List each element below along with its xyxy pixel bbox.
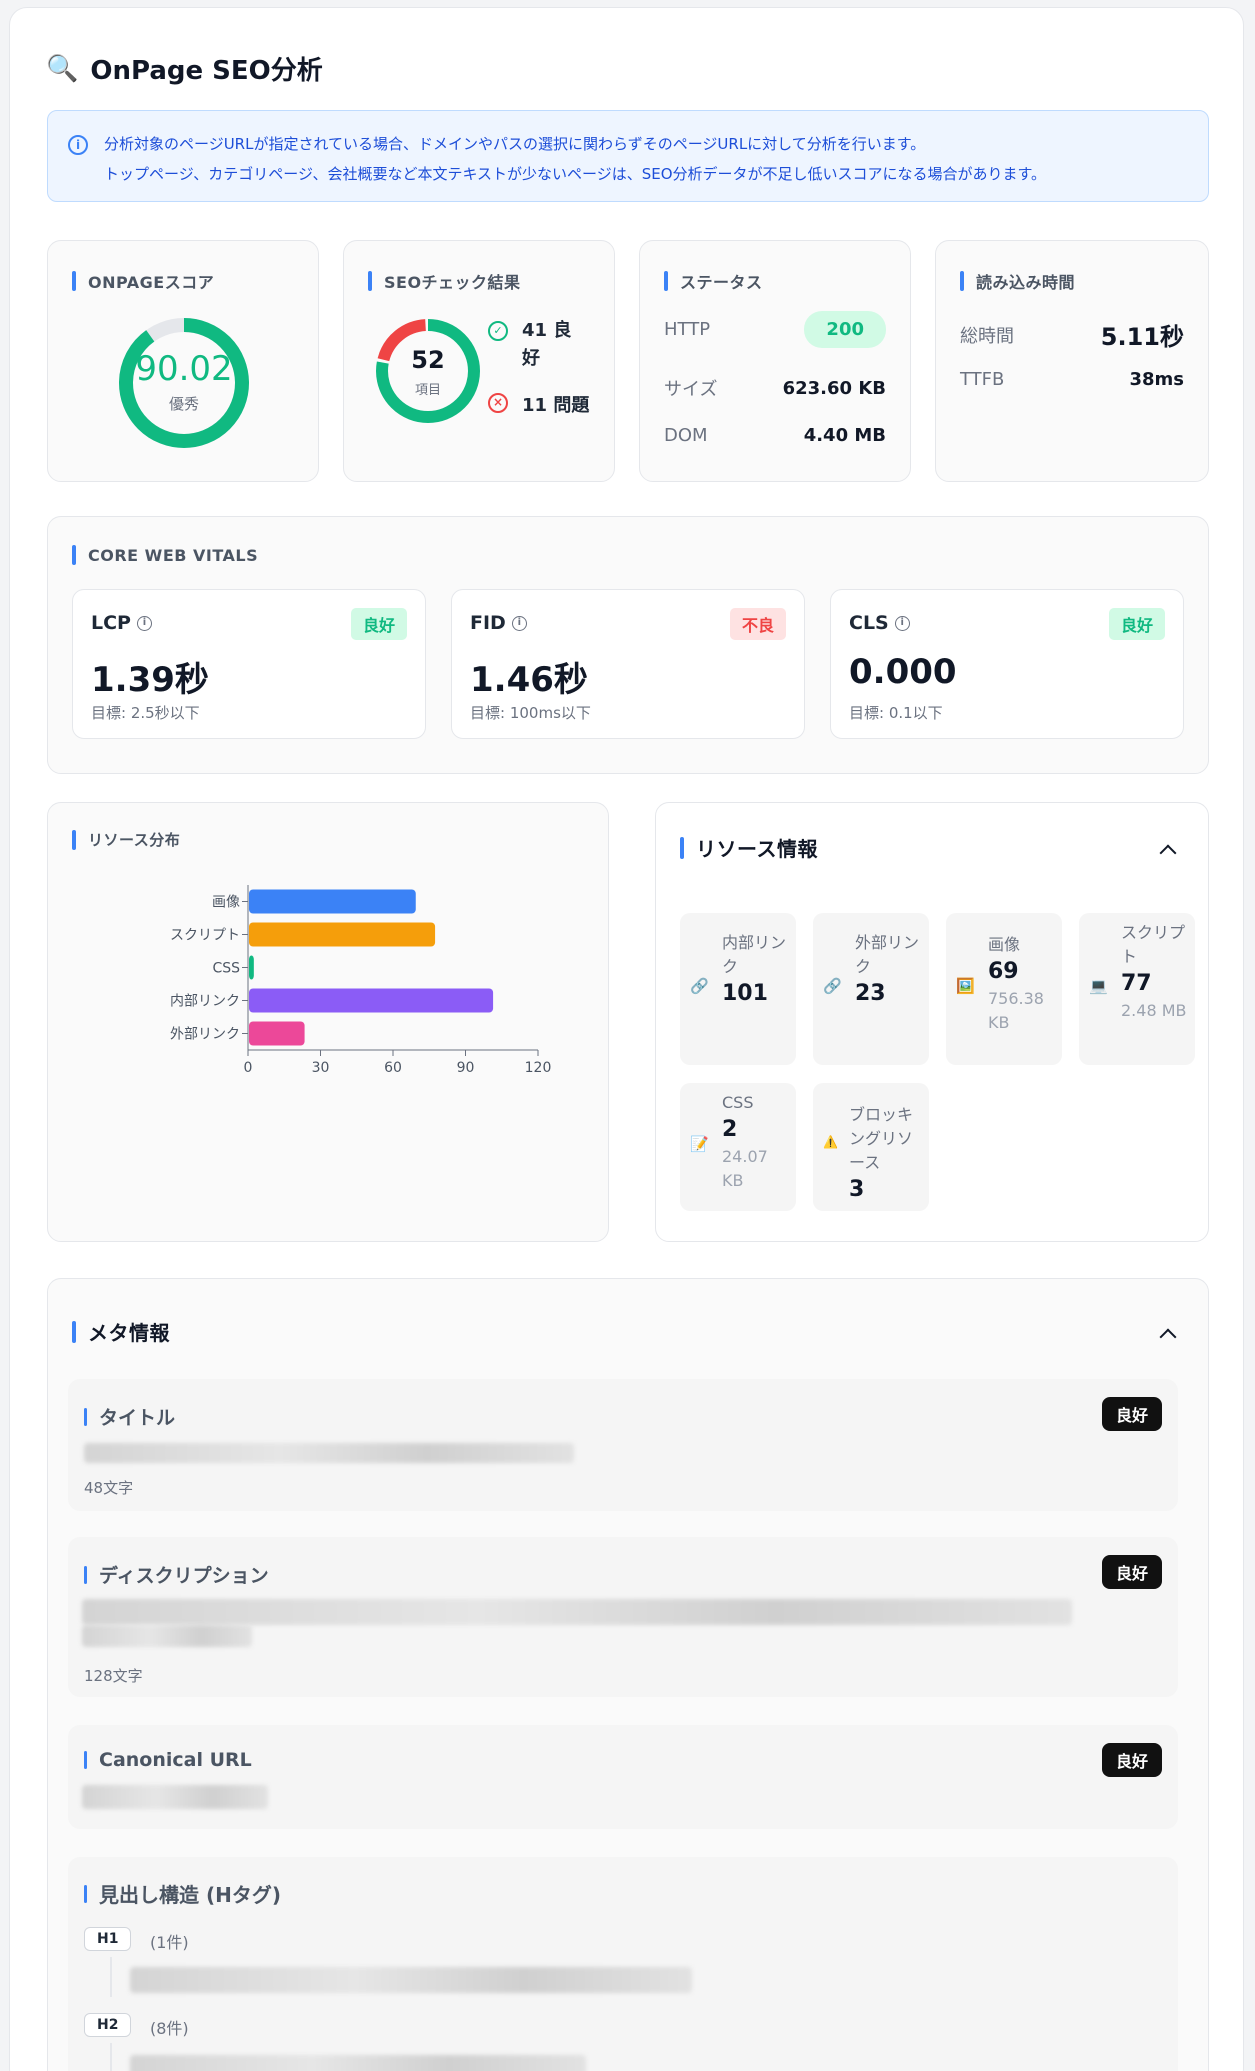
redacted-h1-text [130, 1967, 692, 1993]
meta-info-section: メタ情報 タイトル 良好 48文字 ディスクリプション 良好 128文字 Can… [47, 1278, 1209, 2071]
resource-tile-images: 🖼️ 画像 69 756.38 KB [946, 913, 1062, 1065]
y-tick-label: 内部リンク [170, 994, 240, 1010]
card-label: メタ情報 [72, 1317, 170, 1346]
resource-tile-blocking: ⚠️ ブロッキングリソース 3 [813, 1083, 929, 1211]
resource-tile-scripts: 💻 スクリプト 77 2.48 MB [1079, 913, 1195, 1065]
info-icon[interactable]: i [894, 615, 910, 631]
status-badge: 良好 [350, 608, 407, 640]
page-title: OnPage SEO分析 [90, 56, 323, 86]
x-tick-label: 60 [384, 1060, 402, 1076]
y-tick-label: CSS [212, 961, 240, 977]
seo-unit: 項目 [414, 383, 441, 398]
info-icon[interactable]: i [136, 615, 152, 631]
resource-info-card: リソース情報 🔗 内部リンク 101 🔗 外部リンク 23 🖼️ 画像 69 756.3… [655, 802, 1209, 1242]
redacted-description-line [82, 1625, 252, 1647]
magnifier-icon: 🔍 [46, 53, 79, 84]
score-value: 90.02 [135, 349, 233, 389]
chart-title: リソース分布 [88, 831, 181, 849]
load-time-card: 読み込み時間 総時間 5.11秒 TTFB 38ms [935, 240, 1209, 482]
size-row: サイズ 623.60 KB [664, 377, 886, 401]
h1-tag-badge: H1 [84, 1927, 132, 1951]
page-header: 🔍 OnPage SEO分析 [46, 50, 323, 87]
meta-title-block: タイトル 良好 48文字 [68, 1379, 1178, 1511]
h2-tag-badge: H2 [84, 2013, 132, 2037]
card-label: CORE WEB VITALS [72, 545, 258, 565]
http-row: HTTP 200 [664, 311, 886, 348]
x-tick-label: 30 [312, 1060, 330, 1076]
y-tick-label: 外部リンク [170, 1027, 240, 1043]
card-label: ステータス [664, 269, 763, 293]
y-tick-label: 画像 [212, 895, 240, 911]
redacted-h2-text [130, 2055, 586, 2071]
warning-icon: ⚠️ [823, 1135, 838, 1149]
http-status-badge: 200 [804, 311, 886, 348]
card-label: SEOチェック結果 [368, 269, 521, 293]
meta-headings-block: 見出し構造 (Hタグ) H1 (1件) H2 (8件) [68, 1857, 1178, 2071]
x-tick-label: 0 [244, 1060, 253, 1076]
cwv-section: CORE WEB VITALS LCP i 良好 1.39秒 目標: 2.5秒以下… [47, 516, 1209, 774]
resource-bar-chart: 画像スクリプト CSS 内部リンク外部リンク 0 30 60 90 120 [170, 885, 552, 1076]
link-icon: 🔗 [823, 977, 842, 995]
seo-check-card: SEOチェック結果 52 項目 ✓ 41 良好 × 11 問題 [343, 240, 615, 482]
chevron-up-icon[interactable] [1159, 844, 1177, 862]
meta-description-block: ディスクリプション 良好 128文字 [68, 1537, 1178, 1697]
dom-row: DOM 4.40 MB [664, 425, 886, 446]
cwv-card-fid: FID i 不良 1.46秒 目標: 100ms以下 [451, 589, 805, 739]
status-card: ステータス HTTP 200 サイズ 623.60 KB DOM 4.40 MB [639, 240, 911, 482]
card-label: リソース情報 [680, 833, 818, 862]
info-notice: i 分析対象のページURLが指定されている場合、ドメインやパスの選択に関わらずそ… [47, 110, 1209, 202]
card-label: ONPAGEスコア [72, 269, 214, 293]
notice-line-2: トップページ、カテゴリページ、会社概要など本文テキストが少ないページは、SEO分… [104, 165, 1047, 183]
redacted-description-line [82, 1599, 1072, 1625]
x-tick-label: 120 [525, 1060, 552, 1076]
resource-tile-internal-links: 🔗 内部リンク 101 [680, 913, 796, 1065]
bar-2 [249, 955, 254, 980]
status-badge: 良好 [1101, 1397, 1162, 1431]
meta-canonical-block: Canonical URL 良好 [68, 1725, 1178, 1829]
resource-tile-css: 📝 CSS 2 24.07 KB [680, 1083, 796, 1211]
y-tick-label: スクリプト [170, 928, 240, 944]
bar-0 [249, 889, 416, 914]
x-circle-icon: × [488, 393, 508, 413]
resource-distribution-card: リソース分布 画像スクリプト CSS 内部リンク外部リンク 0 30 60 90 120 [47, 802, 609, 1242]
laptop-icon: 💻 [1089, 977, 1108, 995]
bar-1 [249, 922, 436, 947]
bar-3 [249, 988, 494, 1013]
good-count: 41 良好 [522, 320, 572, 369]
link-icon: 🔗 [690, 977, 709, 995]
bad-count: 11 問題 [522, 395, 590, 416]
check-circle-icon: ✓ [488, 321, 508, 341]
info-icon[interactable]: i [511, 615, 527, 631]
memo-icon: 📝 [690, 1135, 709, 1153]
notice-line-1: 分析対象のページURLが指定されている場合、ドメインやパスの選択に関わらずそのペ… [104, 135, 926, 153]
redacted-canonical-url [82, 1785, 268, 1809]
info-icon: i [68, 135, 88, 155]
total-time-row: 総時間 5.11秒 [960, 323, 1184, 351]
status-badge: 不良 [729, 608, 786, 640]
cwv-card-lcp: LCP i 良好 1.39秒 目標: 2.5秒以下 [72, 589, 426, 739]
seo-total: 52 [411, 346, 445, 374]
x-tick-label: 90 [457, 1060, 475, 1076]
chevron-up-icon[interactable] [1159, 1328, 1177, 1346]
card-label: 読み込み時間 [960, 269, 1075, 293]
bar-4 [249, 1021, 305, 1046]
resource-tile-external-links: 🔗 外部リンク 23 [813, 913, 929, 1065]
status-badge: 良好 [1101, 1743, 1162, 1777]
onpage-score-card: ONPAGEスコア 90.02 優秀 [47, 240, 319, 482]
page-container: 🔍 OnPage SEO分析 i 分析対象のページURLが指定されている場合、ド… [9, 7, 1244, 2071]
status-badge: 良好 [1108, 608, 1165, 640]
status-badge: 良好 [1101, 1555, 1162, 1589]
redacted-title-text [84, 1443, 574, 1463]
score-grade: 優秀 [168, 395, 199, 413]
ttfb-row: TTFB 38ms [960, 369, 1184, 390]
cwv-card-cls: CLS i 良好 0.000 目標: 0.1以下 [830, 589, 1184, 739]
card-label: リソース分布 [72, 829, 180, 850]
image-icon: 🖼️ [956, 977, 975, 995]
